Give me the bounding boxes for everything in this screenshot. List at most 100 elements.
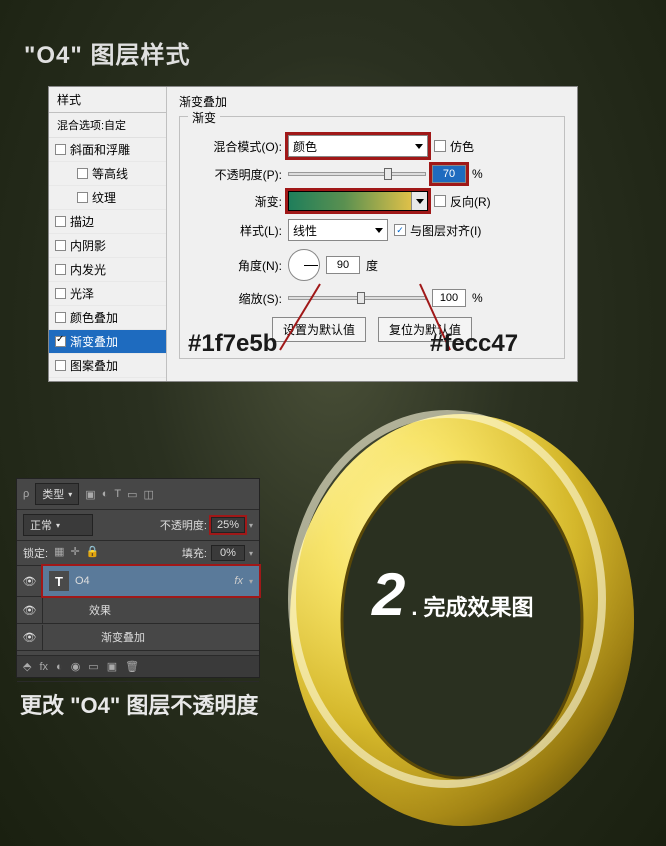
angle-value[interactable]: 90 — [326, 256, 360, 274]
style-item-1[interactable]: 等高线 — [49, 162, 166, 186]
chevron-down-icon — [375, 228, 383, 233]
style-item-4[interactable]: 内阴影 — [49, 234, 166, 258]
checkbox-icon[interactable] — [55, 216, 66, 227]
layer-effect-gradient[interactable]: 👁 渐变叠加 — [17, 624, 259, 651]
style-item-label: 渐变叠加 — [70, 333, 118, 350]
layer-style-sidebar: 样式 混合选项:自定 斜面和浮雕等高线纹理描边内阴影内发光光泽颜色叠加渐变叠加图… — [49, 87, 167, 381]
style-item-0[interactable]: 斜面和浮雕 — [49, 138, 166, 162]
search-icon[interactable]: ρ — [23, 488, 29, 500]
reverse-checkbox[interactable]: 反向(R) — [434, 193, 491, 210]
angle-label: 角度(N): — [194, 257, 282, 274]
chevron-down-icon — [415, 144, 423, 149]
caption-opacity: 更改 "O4" 图层不透明度 — [20, 688, 258, 720]
sidebar-header: 样式 — [49, 87, 166, 113]
checkbox-icon[interactable] — [77, 168, 88, 179]
visibility-toggle[interactable]: 👁 — [17, 598, 43, 623]
fill-value[interactable]: 0% — [211, 545, 245, 561]
layers-panel: ρ 类型▾ ▣ ◐ T ▭ ◫ 正常▾ 不透明度: 25% ▾ 锁定: ▦ ✛ … — [16, 478, 260, 678]
set-default-button[interactable]: 设置为默认值 — [272, 317, 366, 342]
group-icon[interactable]: ▭ — [88, 660, 98, 673]
style-item-label: 斜面和浮雕 — [70, 141, 130, 158]
new-layer-icon[interactable]: ▣ — [107, 660, 117, 673]
filter-text-icon[interactable]: T — [114, 488, 121, 500]
chevron-down-icon[interactable]: ▾ — [249, 549, 253, 558]
opacity-slider[interactable] — [288, 172, 426, 176]
fieldset-legend: 渐变 — [188, 109, 220, 126]
blend-mode-select[interactable]: 颜色 — [288, 135, 428, 157]
opacity-label: 不透明度(P): — [194, 166, 282, 183]
panel-title: 渐变叠加 — [179, 93, 565, 110]
visibility-toggle[interactable]: 👁 — [17, 569, 43, 594]
filter-image-icon[interactable]: ▣ — [85, 488, 95, 501]
opacity-unit: % — [472, 167, 483, 181]
filter-smart-icon[interactable]: ◫ — [143, 488, 153, 501]
step-dot: . — [411, 595, 417, 621]
color-left-label: #1f7e5b — [188, 330, 277, 358]
checkbox-icon[interactable] — [55, 360, 66, 371]
trash-icon[interactable]: 🗑 — [125, 660, 139, 673]
scale-slider[interactable] — [288, 296, 426, 300]
fx-icon[interactable]: fx — [39, 661, 48, 673]
opacity-value[interactable]: 70 — [432, 165, 466, 183]
chevron-down-icon[interactable] — [411, 192, 427, 210]
style-item-7[interactable]: 颜色叠加 — [49, 306, 166, 330]
angle-dial[interactable] — [288, 249, 320, 281]
layer-effects-row[interactable]: 👁 效果 — [17, 597, 259, 624]
gradient-picker[interactable] — [288, 191, 428, 211]
adjustment-icon[interactable]: ◉ — [71, 660, 81, 673]
blend-mode-value: 颜色 — [293, 138, 317, 155]
checkbox-icon[interactable] — [77, 192, 88, 203]
step-text: 完成效果图 — [424, 590, 534, 622]
checkbox-icon[interactable] — [55, 264, 66, 275]
lock-all-icon[interactable]: 🔒 — [86, 545, 100, 561]
sidebar-subheader[interactable]: 混合选项:自定 — [49, 113, 166, 138]
fx-badge[interactable]: fx — [234, 575, 243, 587]
style-item-3[interactable]: 描边 — [49, 210, 166, 234]
style-select[interactable]: 线性 — [288, 219, 388, 241]
chevron-down-icon[interactable]: ▾ — [249, 521, 253, 530]
style-item-5[interactable]: 内发光 — [49, 258, 166, 282]
checkbox-icon[interactable] — [55, 312, 66, 323]
lock-pixels-icon[interactable]: ▦ — [54, 545, 64, 561]
style-item-label: 内发光 — [70, 261, 106, 278]
page-title: "O4" 图层样式 — [24, 35, 190, 70]
visibility-toggle[interactable]: 👁 — [17, 625, 43, 650]
align-checkbox[interactable]: ✓ 与图层对齐(I) — [394, 222, 481, 239]
checkbox-icon[interactable] — [55, 336, 66, 347]
color-right-label: #fecc47 — [430, 330, 518, 358]
filter-kind-select[interactable]: 类型▾ — [35, 483, 79, 505]
chevron-down-icon[interactable]: ▾ — [249, 577, 253, 586]
blend-mode-select[interactable]: 正常▾ — [23, 514, 93, 536]
style-item-8[interactable]: 渐变叠加 — [49, 330, 166, 354]
link-icon[interactable]: ⬘ — [23, 660, 31, 673]
layer-opacity-value[interactable]: 25% — [211, 517, 245, 533]
gradient-fieldset: 渐变 混合模式(O): 颜色 仿色 不透明度(P): 70 % — [179, 116, 565, 359]
style-item-9[interactable]: 图案叠加 — [49, 354, 166, 378]
style-item-6[interactable]: 光泽 — [49, 282, 166, 306]
layers-panel-footer: ⬘ fx ◐ ◉ ▭ ▣ 🗑 — [17, 655, 259, 677]
checkbox-icon[interactable] — [55, 288, 66, 299]
layer-row-o4[interactable]: 👁 T O4 fx ▾ — [17, 566, 259, 597]
style-item-label: 光泽 — [70, 285, 94, 302]
style-item-label: 描边 — [70, 213, 94, 230]
checkbox-icon[interactable] — [55, 240, 66, 251]
filter-adjust-icon[interactable]: ◐ — [102, 488, 109, 500]
scale-value[interactable]: 100 — [432, 289, 466, 307]
mask-icon[interactable]: ◐ — [56, 661, 63, 673]
dither-label: 仿色 — [450, 138, 474, 155]
style-item-2[interactable]: 纹理 — [49, 186, 166, 210]
filter-shape-icon[interactable]: ▭ — [127, 488, 137, 501]
style-value: 线性 — [293, 222, 317, 239]
gradient-label: 渐变: — [194, 193, 282, 210]
style-item-label: 颜色叠加 — [70, 309, 118, 326]
step-number: 2 — [372, 560, 405, 629]
checkbox-icon[interactable] — [55, 144, 66, 155]
style-label: 样式(L): — [194, 222, 282, 239]
scale-label: 缩放(S): — [194, 290, 282, 307]
text-layer-icon: T — [49, 571, 69, 591]
dither-checkbox[interactable]: 仿色 — [434, 138, 474, 155]
opacity-label: 不透明度: — [160, 517, 207, 533]
scale-unit: % — [472, 291, 483, 305]
angle-unit: 度 — [366, 257, 378, 274]
lock-position-icon[interactable]: ✛ — [70, 545, 79, 561]
